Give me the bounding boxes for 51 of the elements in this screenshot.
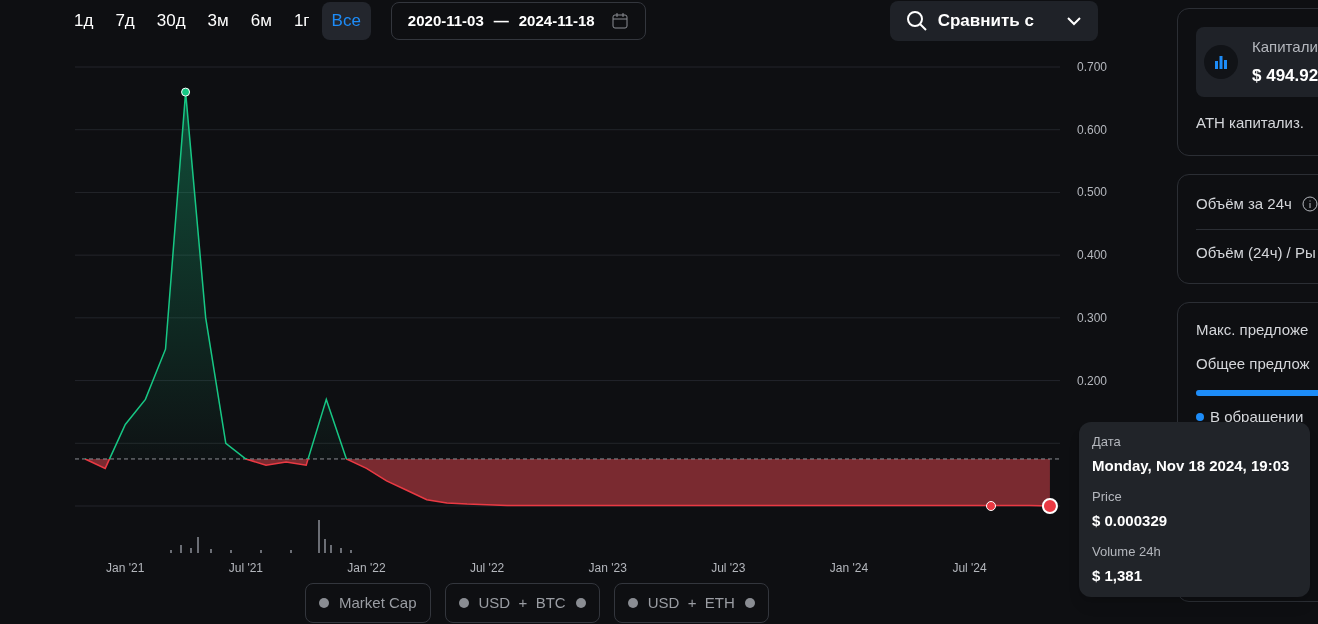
date-range-field[interactable]: 2020-11-03 — 2024-11-18 — [390, 2, 646, 40]
info-icon — [1301, 195, 1318, 212]
timeframe-tab[interactable]: 1г — [283, 2, 320, 40]
peak-marker — [181, 87, 191, 97]
legend-toggle[interactable]: Market Cap — [305, 583, 431, 623]
chart-bars-icon — [1204, 45, 1238, 79]
market-cap-label: Капитали — [1252, 37, 1318, 57]
tooltip-label: Price — [1092, 488, 1123, 506]
point-marker — [986, 501, 996, 511]
axis-label: Jan '24 — [829, 561, 869, 575]
timeframe-tab[interactable]: 6м — [240, 2, 282, 40]
chevron-down-icon — [1065, 16, 1082, 26]
axis-label: Jan '23 — [588, 561, 627, 575]
max-supply-label: Макс. предложе — [1196, 319, 1310, 340]
circulating-label: В обращении — [1210, 406, 1304, 427]
timeframe-tab[interactable]: 30д — [146, 2, 196, 40]
axis-label: 0.600 — [1077, 122, 1108, 137]
tooltip-value: $ 1,381 — [1092, 565, 1144, 586]
market-cap-value: $ 494.92 — [1252, 64, 1318, 87]
timeframe-tab[interactable]: 1д — [64, 2, 104, 40]
timeframe-tab[interactable]: 7д — [105, 2, 145, 40]
axis-label: Jan '22 — [347, 561, 386, 575]
end-date: 2024-11-18 — [518, 10, 595, 31]
axis-label: Jul '24 — [952, 561, 987, 575]
ath-label: ATH капитализ. — [1196, 113, 1305, 133]
compare-dropdown[interactable]: Сравнить с — [889, 1, 1098, 41]
date-separator: — — [493, 10, 509, 31]
total-supply-label: Общее предлож — [1196, 354, 1311, 374]
axis-label: 0.200 — [1077, 373, 1108, 388]
current-marker — [1041, 498, 1058, 514]
start-date: 2020-11-03 — [407, 10, 484, 31]
volume-label: Объём за 24ч — [1196, 193, 1292, 214]
timeframe-tab[interactable]: 3м — [197, 2, 239, 40]
tooltip-label: Дата — [1092, 433, 1122, 451]
legend-toggle[interactable]: USD + ETH — [613, 583, 769, 623]
tooltip-label: Volume 24h — [1092, 543, 1162, 561]
axis-label: Jul '21 — [228, 561, 263, 575]
calendar-icon — [610, 12, 629, 30]
axis-label: Jan '21 — [106, 561, 145, 575]
tooltip-value: Monday, Nov 18 2024, 19:03 — [1092, 455, 1291, 476]
tooltip-value: $ 0.000329 — [1092, 510, 1169, 531]
axis-label: 0.700 — [1077, 60, 1108, 74]
axis-label: Jul '22 — [469, 561, 505, 575]
axis-label: 0.400 — [1077, 248, 1108, 263]
search-icon — [905, 10, 928, 32]
axis-label: Jul '23 — [711, 561, 746, 575]
axis-label: 0.500 — [1077, 185, 1108, 200]
volume-ratio-label: Объём (24ч) / Ры — [1196, 243, 1317, 263]
timeframe-tab[interactable]: Все — [321, 2, 371, 40]
axis-label: 0.300 — [1077, 310, 1108, 325]
legend-toggle[interactable]: USD + BTC — [444, 583, 600, 623]
